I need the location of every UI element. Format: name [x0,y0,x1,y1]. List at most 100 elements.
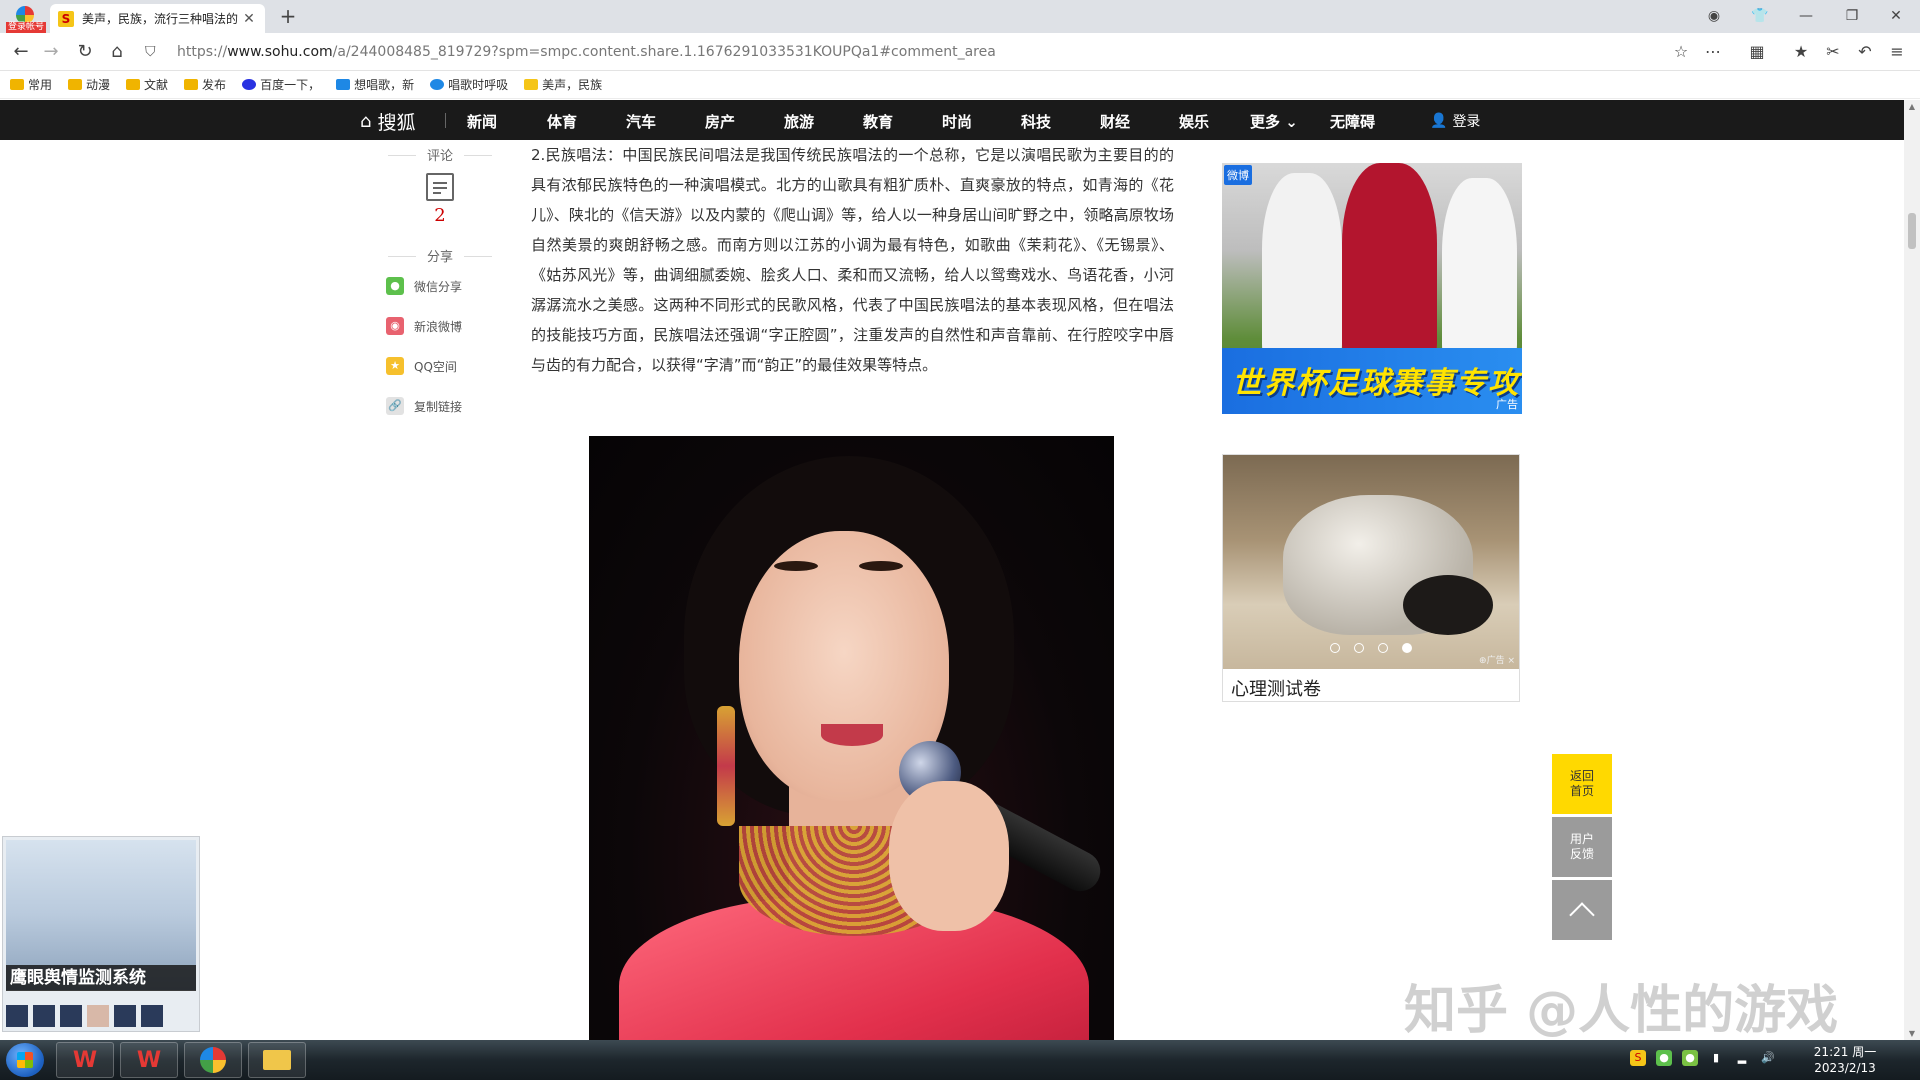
article-body: 2.民族唱法：中国民族民间唱法是我国传统民族唱法的一个总称，它是以演唱民歌为主要… [531,140,1174,380]
article-paragraph: 2.民族唱法：中国民族民间唱法是我国传统民族唱法的一个总称，它是以演唱民歌为主要… [531,146,1174,374]
bookmark-item[interactable]: 文献 [126,76,168,93]
new-tab-button[interactable]: + [276,5,300,29]
skin-icon[interactable]: 👕 [1740,2,1780,30]
shield-icon: ⛉ [145,44,156,60]
folder-icon [10,79,24,90]
bookmark-item[interactable]: 百度一下， [242,76,320,93]
bookmark-item[interactable]: 美声，民族 [524,76,602,93]
network-icon[interactable]: ▮ [1708,1050,1724,1066]
share-copy-link[interactable]: 🔗 复制链接 [380,386,500,426]
nav-item-news[interactable]: 新闻 [467,111,497,132]
comment-count[interactable]: 2 [380,205,500,226]
baidu-paw-icon [242,79,257,90]
share-weibo[interactable]: ◉ 新浪微博 [380,306,500,346]
wps-office-icon[interactable]: W [56,1042,114,1078]
nav-item-realestate[interactable]: 房产 [705,111,735,132]
url-input[interactable]: ⛉ https://www.sohu.com/a/244008485_81972… [145,38,1675,66]
home-icon[interactable]: ⌂ [104,39,130,65]
back-icon[interactable]: ← [8,39,34,65]
close-tab-icon[interactable]: ✕ [241,11,257,27]
sohu-tray-icon[interactable]: S [1630,1050,1646,1066]
wps-writer-icon[interactable]: W [120,1042,178,1078]
system-tray: S ● ● ▮ ▂ 🔊 [1630,1050,1776,1066]
comment-icon[interactable] [426,173,454,201]
minimize-button[interactable]: — [1786,2,1826,30]
file-explorer-icon[interactable] [248,1042,306,1078]
chevron-up-icon [1569,902,1595,928]
worldcup-ad[interactable]: 微博 世界杯足球赛事专攻 广告 [1222,163,1522,414]
sohu-favicon-icon [524,79,539,90]
browser-taskbar-icon[interactable] [184,1042,242,1078]
monitor-popup-thumbnail[interactable]: 鹰眼舆情监测系统 [2,836,200,1032]
weibo-corner-badge: 微博 [1224,165,1252,185]
undo-icon[interactable]: ↶ [1852,39,1878,65]
nav-item-finance[interactable]: 财经 [1100,111,1130,132]
back-to-home-button[interactable]: 返回首页 [1552,754,1612,814]
favorites-icon[interactable]: ★ [1788,39,1814,65]
forward-icon[interactable]: → [38,39,64,65]
volume-icon[interactable]: 🔊 [1760,1050,1776,1066]
apps-grid-icon[interactable]: ▦ [1744,39,1770,65]
nav-item-sports[interactable]: 体育 [547,111,577,132]
carousel-dot[interactable] [1330,643,1340,653]
sohu-logo[interactable]: ⌂ 搜狐 [360,108,415,135]
active-tab[interactable]: S 美声，民族，流行三种唱法的 ✕ [50,4,265,33]
bookmark-star-icon[interactable]: ☆ [1668,39,1694,65]
ad-caption[interactable]: 心理测试卷 [1231,675,1321,701]
share-wechat[interactable]: ● 微信分享 [380,266,500,306]
signal-icon[interactable]: ▂ [1734,1050,1750,1066]
restore-button[interactable]: ❐ [1832,2,1872,30]
scroll-up-arrow-icon[interactable]: ▲ [1907,102,1917,111]
carousel-dot-active[interactable] [1402,643,1412,653]
bookmark-item[interactable]: 唱歌时呼吸 [430,76,508,93]
ad-close-label[interactable]: ⊕广告 × [1479,653,1515,666]
nav-item-more[interactable]: 更多 ⌄ [1250,111,1298,132]
bookmark-item[interactable]: 发布 [184,76,226,93]
scroll-top-button[interactable] [1552,880,1612,940]
login-link[interactable]: 👤 登录 [1430,111,1480,131]
carousel-ad[interactable]: ⊕广告 × 心理测试卷 [1222,454,1520,702]
popup-thumb-strip [6,1005,163,1027]
nav-item-travel[interactable]: 旅游 [784,111,814,132]
carousel-dots [1223,643,1519,653]
ad-label: 广告 [1496,398,1518,411]
carousel-dot[interactable] [1354,643,1364,653]
nav-item-accessibility[interactable]: 无障碍 [1330,111,1375,132]
bookmark-item[interactable]: 常用 [10,76,52,93]
bookmark-item[interactable]: 动漫 [68,76,110,93]
nav-item-tech[interactable]: 科技 [1021,111,1051,132]
comment-heading: 评论 [380,145,500,165]
screenshot-scissors-icon[interactable]: ✂ [1820,39,1846,65]
folder-icon [68,79,83,90]
taskbar-clock[interactable]: 21:21 周一 2023/2/13 [1800,1044,1890,1076]
account-menu-icon[interactable]: ◉ [1694,2,1734,30]
carousel-image[interactable] [1223,455,1519,669]
zhihu-watermark: 知乎 @人性的游戏 [1404,981,1839,1041]
nav-item-education[interactable]: 教育 [863,111,893,132]
ad-banner-text: 世界杯足球赛事专攻 [1232,366,1520,401]
reload-icon[interactable]: ↻ [72,39,98,65]
page-scrollbar[interactable]: ▲ ▼ [1904,100,1920,1040]
folder-icon [126,79,141,90]
start-button[interactable] [6,1043,44,1077]
more-dots-icon[interactable]: ⋯ [1700,39,1726,65]
scrollbar-thumb[interactable] [1908,213,1916,249]
browser-logo[interactable]: 登录帐号 [6,4,47,33]
close-window-button[interactable]: ✕ [1876,2,1916,30]
chevron-down-icon: ⌄ [1285,113,1298,131]
share-qzone[interactable]: ★ QQ空间 [380,346,500,386]
wechat-tray-icon[interactable]: ● [1656,1050,1672,1066]
menu-icon[interactable]: ≡ [1884,39,1910,65]
app-tray-icon[interactable]: ● [1682,1050,1698,1066]
login-account-tag[interactable]: 登录帐号 [6,22,47,33]
nav-item-fashion[interactable]: 时尚 [942,111,972,132]
nav-item-auto[interactable]: 汽车 [626,111,656,132]
scroll-down-arrow-icon[interactable]: ▼ [1907,1029,1917,1038]
sohu-top-nav: ⌂ 搜狐 新闻 体育 汽车 房产 旅游 教育 时尚 科技 财经 娱乐 更多 ⌄ … [0,100,1904,140]
browser-tab-bar: 登录帐号 S 美声，民族，流行三种唱法的 ✕ + ◉ 👕 — ❐ ✕ [0,0,1920,33]
nav-item-entertainment[interactable]: 娱乐 [1179,111,1209,132]
carousel-dot[interactable] [1378,643,1388,653]
user-feedback-button[interactable]: 用户反馈 [1552,817,1612,877]
left-share-rail: 评论 2 分享 ● 微信分享 ◉ 新浪微博 ★ QQ空间 🔗 复制链接 [380,145,500,426]
bookmark-item[interactable]: 想唱歌，新 [336,76,414,93]
